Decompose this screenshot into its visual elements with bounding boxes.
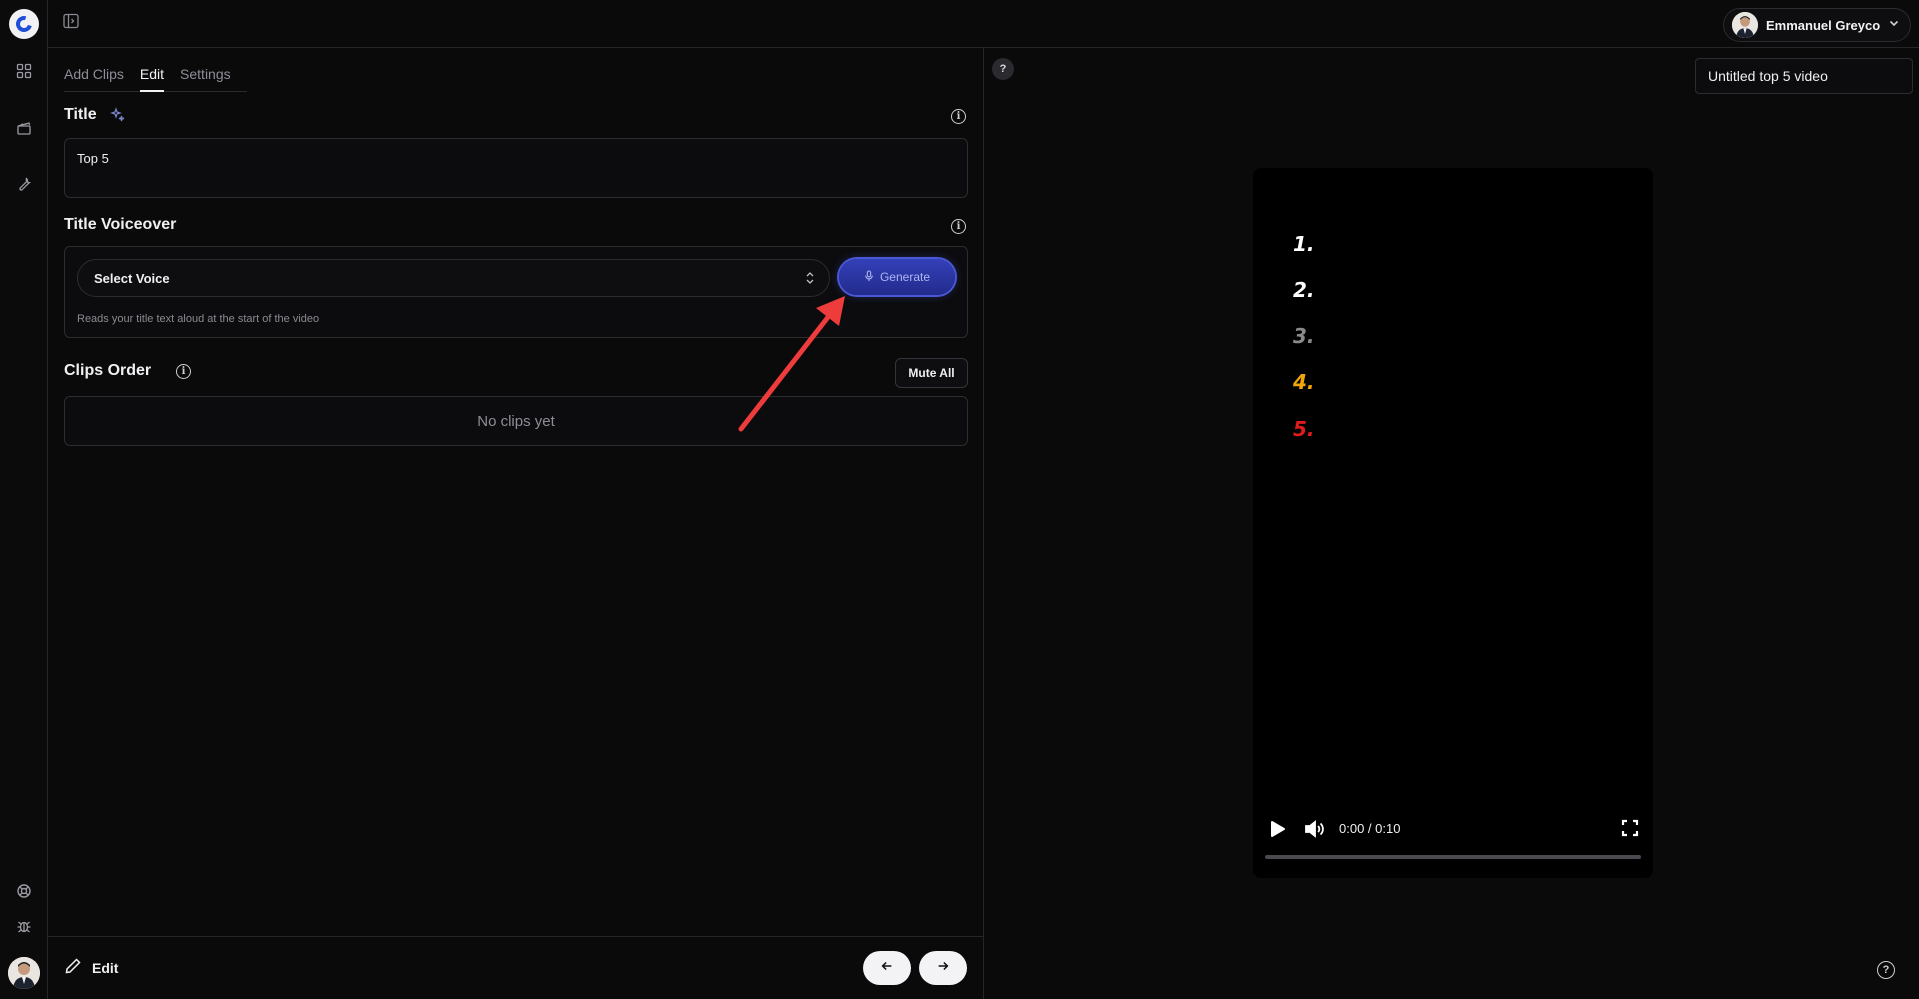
user-name: Emmanuel Greyco [1766, 17, 1881, 33]
editor-tabs: Add Clips Edit Settings [64, 64, 247, 92]
pencil-icon [64, 957, 82, 978]
editor-footer: Edit [48, 936, 983, 999]
mute-all-button[interactable]: Mute All [895, 358, 968, 388]
top-bar: Emmanuel Greyco [48, 0, 1919, 48]
microphone-icon [864, 269, 874, 285]
rank-5: 5. [1293, 417, 1315, 441]
clips-order-label: Clips Order [64, 362, 152, 379]
select-arrows-icon [805, 271, 815, 285]
voice-select-value: Select Voice [94, 270, 170, 286]
rank-4: 4. [1293, 370, 1315, 394]
left-rail [0, 0, 48, 999]
rank-1: 1. [1293, 232, 1315, 256]
voiceover-info-icon[interactable]: i [951, 219, 966, 234]
generate-voice-button[interactable]: Generate [839, 259, 955, 295]
voice-select[interactable]: Select Voice [77, 259, 830, 297]
bug-icon[interactable] [13, 915, 35, 937]
edit-label: Edit [92, 959, 119, 976]
title-info-icon[interactable]: i [951, 109, 966, 124]
chevron-down-icon [1888, 16, 1900, 34]
clips-info-icon[interactable]: i [176, 364, 191, 379]
tab-add-clips[interactable]: Add Clips [64, 64, 124, 92]
rail-avatar[interactable] [8, 957, 40, 989]
clapperboard-icon[interactable] [13, 117, 35, 139]
volume-icon[interactable] [1303, 818, 1325, 845]
video-player[interactable]: 1. 2. 3. 4. 5. 0:00 / 0:10 [1253, 168, 1653, 878]
preview-panel: ? Untitled top 5 video 1. 2. 3. 4. 5. 0:… [985, 48, 1919, 999]
editor-panel: Add Clips Edit Settings Title i Top 5 Ti… [48, 48, 984, 999]
edit-mode-button[interactable]: Edit [64, 957, 118, 978]
voiceover-card: Select Voice Generate Reads your title t… [64, 246, 968, 338]
arrow-left-icon [880, 959, 894, 978]
video-progress-bar[interactable] [1265, 855, 1641, 859]
dashboard-grid-icon[interactable] [13, 60, 35, 82]
generate-label: Generate [879, 270, 931, 284]
video-controls: 0:00 / 0:10 [1253, 808, 1653, 868]
wrench-icon[interactable] [13, 173, 35, 195]
ai-sparkle-icon[interactable] [110, 107, 126, 128]
voiceover-label: Title Voiceover [64, 216, 177, 233]
support-lifebuoy-icon[interactable] [13, 880, 35, 902]
user-menu-button[interactable]: Emmanuel Greyco [1723, 8, 1911, 42]
rank-3: 3. [1293, 324, 1315, 348]
help-button[interactable]: ? [992, 58, 1014, 80]
tab-settings[interactable]: Settings [180, 64, 231, 92]
next-button[interactable] [919, 951, 967, 985]
arrow-right-icon [936, 959, 950, 978]
play-icon[interactable] [1267, 819, 1287, 844]
voiceover-hint: Reads your title text aloud at the start… [77, 313, 320, 325]
clips-empty-state: No clips yet [64, 396, 968, 446]
user-avatar [1732, 12, 1758, 38]
app-logo[interactable] [9, 9, 39, 39]
sidebar-toggle-icon[interactable] [62, 12, 80, 30]
title-label: Title [64, 106, 97, 123]
app-root: Emmanuel Greyco Add Clips Edit Settings … [0, 0, 1919, 999]
time-display: 0:00 / 0:10 [1339, 821, 1401, 836]
previous-button[interactable] [863, 951, 911, 985]
help-circle-icon[interactable]: ? [1877, 961, 1895, 979]
title-input[interactable]: Top 5 [64, 138, 968, 198]
fullscreen-icon[interactable] [1621, 819, 1639, 842]
video-name-input[interactable]: Untitled top 5 video [1695, 58, 1913, 94]
tab-edit[interactable]: Edit [139, 64, 165, 92]
rank-2: 2. [1293, 278, 1315, 302]
